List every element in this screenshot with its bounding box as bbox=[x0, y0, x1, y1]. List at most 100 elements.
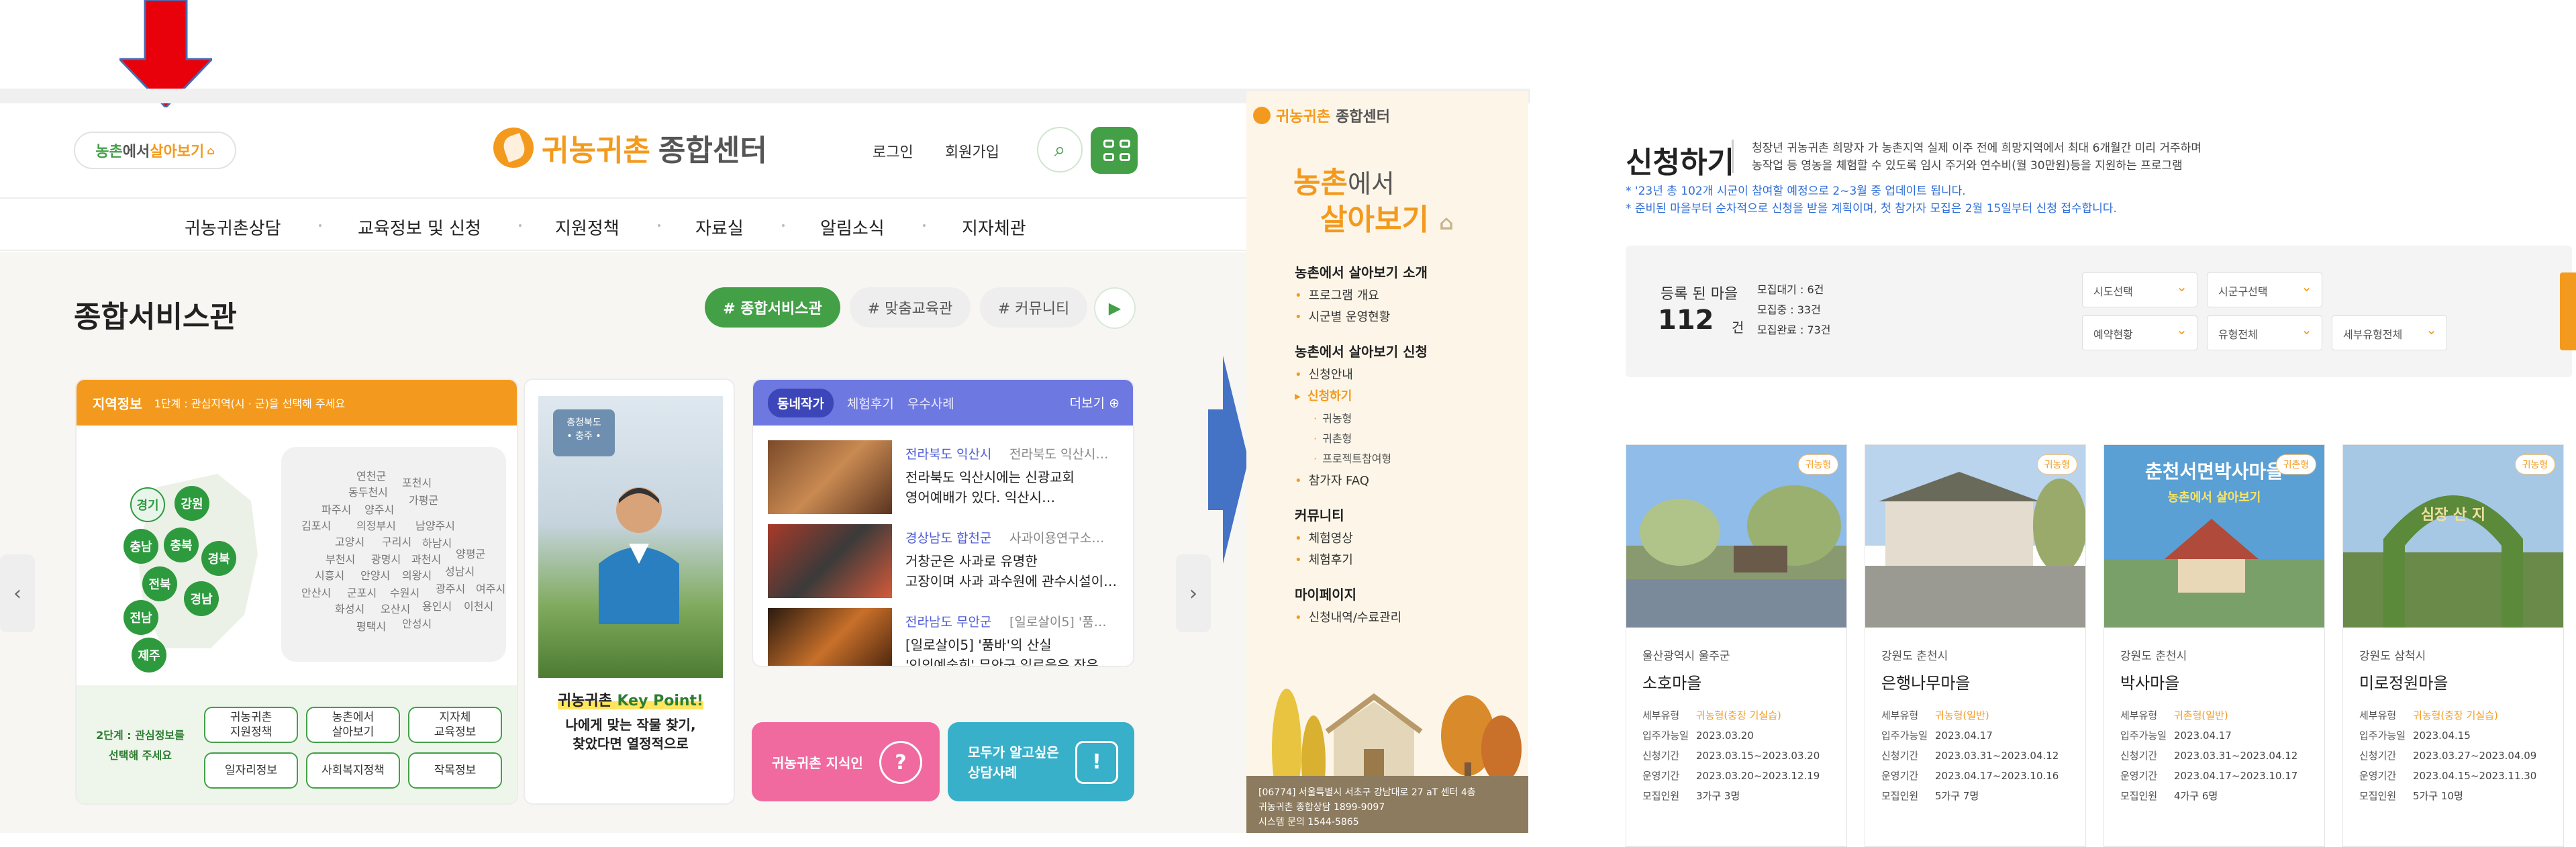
city-item[interactable]: 평택시 bbox=[356, 617, 386, 634]
login-link[interactable]: 로그인 bbox=[873, 140, 913, 162]
menu-heading-community[interactable]: 커뮤니티 bbox=[1295, 505, 1344, 524]
city-item[interactable]: 광주시 bbox=[436, 580, 465, 596]
menu-program-overview[interactable]: 프로그램 개요 bbox=[1295, 286, 1379, 303]
tag-community[interactable]: # 커뮤니티 bbox=[980, 287, 1087, 328]
nav-education[interactable]: 교육정보 및 신청 bbox=[358, 215, 481, 240]
search-button[interactable]: ⌕ bbox=[1037, 127, 1083, 172]
city-item[interactable]: 이천시 bbox=[464, 597, 493, 613]
news-item[interactable]: 전라남도 무안군 [일로살이5] '품… [일로살이5] '품바'의 산실 '인… bbox=[768, 608, 1124, 666]
search-submit-button[interactable]: 검색 bbox=[2560, 272, 2576, 350]
city-item[interactable]: 수원시 bbox=[390, 584, 419, 600]
signup-link[interactable]: 회원가입 bbox=[945, 140, 999, 162]
city-item[interactable]: 동두천시 bbox=[348, 483, 388, 499]
province-chungnam[interactable]: 충남 bbox=[123, 529, 158, 564]
city-item[interactable]: 가평군 bbox=[409, 491, 438, 507]
city-item[interactable]: 양주시 bbox=[364, 501, 394, 517]
city-item[interactable]: 양평군 bbox=[456, 545, 485, 561]
menu-sub-project[interactable]: 프로젝트참여형 bbox=[1314, 450, 1391, 466]
city-item[interactable]: 파주시 bbox=[321, 501, 351, 517]
cat-local-edu-button[interactable]: 지자체 교육정보 bbox=[408, 707, 502, 743]
city-item[interactable]: 과천시 bbox=[411, 550, 441, 566]
city-item[interactable]: 구리시 bbox=[382, 533, 411, 549]
reservation-select[interactable]: 예약현황 bbox=[2082, 315, 2197, 350]
tag-education[interactable]: # 맞춤교육관 bbox=[850, 287, 971, 328]
nav-consult[interactable]: 귀농귀촌상담 bbox=[185, 215, 281, 240]
play-button[interactable]: ▶ bbox=[1094, 287, 1136, 329]
city-item[interactable]: 고양시 bbox=[335, 533, 364, 549]
province-jeonnam[interactable]: 전남 bbox=[123, 600, 158, 635]
knowledge-button[interactable]: 귀농귀촌 지식인 ? bbox=[752, 722, 940, 801]
province-gyeongnam[interactable]: 경남 bbox=[184, 581, 219, 616]
menu-apply[interactable]: 신청하기 bbox=[1295, 387, 1352, 404]
city-item[interactable]: 오산시 bbox=[381, 600, 410, 616]
prev-arrow[interactable]: ‹ bbox=[0, 554, 35, 632]
city-item[interactable]: 용인시 bbox=[422, 597, 452, 613]
menu-heading-mypage[interactable]: 마이페이지 bbox=[1295, 584, 1356, 603]
tab-local-writer[interactable]: 동네작가 bbox=[768, 388, 834, 417]
menu-my-applications[interactable]: 신청내역/수료관리 bbox=[1295, 608, 1402, 626]
city-item[interactable]: 의정부시 bbox=[356, 517, 396, 533]
type-select[interactable]: 유형전체 bbox=[2207, 315, 2322, 350]
province-gangwon[interactable]: 강원 bbox=[175, 486, 209, 521]
province-jeju[interactable]: 제주 bbox=[132, 638, 166, 672]
cat-jobs-button[interactable]: 일자리정보 bbox=[204, 752, 298, 789]
city-item[interactable]: 시흥시 bbox=[315, 566, 344, 583]
nav-news[interactable]: 알림소식 bbox=[820, 215, 885, 240]
news-item[interactable]: 경상남도 합천군 사과이용연구소… 거창군은 사과로 유명한 고장이며 사과 과… bbox=[768, 524, 1124, 603]
tab-experience[interactable]: 체험후기 bbox=[847, 394, 894, 412]
sidebar-logo[interactable]: 귀농귀촌 종합센터 bbox=[1253, 105, 1390, 126]
city-item[interactable]: 여주시 bbox=[476, 580, 505, 596]
menu-sub-farming[interactable]: 귀농형 bbox=[1314, 409, 1352, 426]
menu-review[interactable]: 체험후기 bbox=[1295, 550, 1353, 568]
city-item[interactable]: 광명시 bbox=[371, 550, 401, 566]
city-item[interactable]: 군포시 bbox=[347, 584, 377, 600]
city-item[interactable]: 포천시 bbox=[402, 474, 432, 490]
menu-heading-intro[interactable]: 농촌에서 살아보기 소개 bbox=[1295, 262, 1428, 281]
farmer-keypoint-card[interactable]: 충청북도 • 충주 • 귀농귀촌 Key Point! 나에게 맞는 작물 찾기… bbox=[524, 379, 735, 805]
sigungu-select[interactable]: 시군구선택 bbox=[2207, 272, 2322, 307]
city-item[interactable]: 의왕시 bbox=[402, 566, 432, 583]
next-arrow[interactable]: › bbox=[1176, 554, 1211, 632]
village-card[interactable]: 심장 산 지 귀농형 강원도 삼척시 미로정원마을 세부유형 귀농형(중장 기실습… bbox=[2342, 444, 2564, 847]
cat-policy-button[interactable]: 귀농귀촌 지원정책 bbox=[204, 707, 298, 743]
more-link[interactable]: 더보기 ⊕ bbox=[1070, 393, 1120, 411]
province-chungbuk[interactable]: 충북 bbox=[164, 528, 199, 562]
menu-status-by-city[interactable]: 시군별 운영현황 bbox=[1295, 307, 1391, 325]
nav-archive[interactable]: 자료실 bbox=[695, 215, 744, 240]
cat-crops-button[interactable]: 작목정보 bbox=[408, 752, 502, 789]
menu-video[interactable]: 체험영상 bbox=[1295, 529, 1353, 546]
province-gyeongbuk[interactable]: 경북 bbox=[201, 541, 236, 576]
city-item[interactable]: 안산시 bbox=[301, 584, 331, 600]
menu-heading-apply[interactable]: 농촌에서 살아보기 신청 bbox=[1295, 341, 1428, 360]
subtype-select[interactable]: 세부유형전체 bbox=[2332, 315, 2447, 350]
nav-policy[interactable]: 지원정책 bbox=[555, 215, 620, 240]
menu-grid-button[interactable] bbox=[1091, 127, 1138, 174]
village-card[interactable]: 귀농형 울산광역시 울주군 소호마을 세부유형 귀농형(중장 기실습) 입주가능일… bbox=[1626, 444, 1847, 847]
city-item[interactable]: 김포시 bbox=[301, 517, 331, 533]
city-item[interactable]: 안양시 bbox=[360, 566, 390, 583]
village-card[interactable]: 춘천서면박사마을 농촌에서 살아보기 귀촌형 강원도 춘천시 박사마을 세부유형… bbox=[2103, 444, 2325, 847]
menu-faq[interactable]: 참가자 FAQ bbox=[1295, 471, 1369, 489]
city-item[interactable]: 화성시 bbox=[335, 600, 364, 616]
city-item[interactable]: 하남시 bbox=[422, 534, 452, 550]
qa-cases-button[interactable]: 모두가 알고싶은 상담사례 ! bbox=[948, 722, 1134, 801]
village-card[interactable]: 귀농형 강원도 춘천시 은행나무마을 세부유형 귀농형(일반) 입주가능일 2023… bbox=[1865, 444, 2086, 847]
city-item[interactable]: 안성시 bbox=[402, 615, 432, 631]
menu-sub-rural[interactable]: 귀촌형 bbox=[1314, 430, 1352, 446]
menu-apply-guide[interactable]: 신청안내 bbox=[1295, 365, 1353, 383]
tag-integrated[interactable]: # 종합서비스관 bbox=[705, 287, 840, 328]
news-item[interactable]: 전라북도 익산시 전라북도 익산시… 전라북도 익산시에는 신광교회 영어예배가… bbox=[768, 440, 1124, 519]
province-gyeonggi[interactable]: 경기 bbox=[130, 487, 165, 522]
cat-welfare-button[interactable]: 사회복지정책 bbox=[306, 752, 400, 789]
sido-select[interactable]: 시도선택 bbox=[2082, 272, 2197, 307]
nav-local-gov[interactable]: 지자체관 bbox=[962, 215, 1026, 240]
main-logo[interactable]: 귀농귀촌 종합센터 bbox=[493, 121, 767, 175]
tab-best-case[interactable]: 우수사례 bbox=[907, 394, 954, 412]
nongchon-logo-pill[interactable]: 농촌 에서 살아보기 ⌂ bbox=[74, 132, 236, 169]
city-item[interactable]: 부천시 bbox=[326, 550, 355, 566]
cat-living-button[interactable]: 농촌에서 살아보기 bbox=[306, 707, 400, 743]
city-item[interactable]: 연천군 bbox=[356, 467, 386, 483]
city-item[interactable]: 성남시 bbox=[445, 562, 475, 579]
city-item[interactable]: 남양주시 bbox=[415, 517, 455, 533]
province-jeonbuk[interactable]: 전북 bbox=[142, 566, 177, 601]
